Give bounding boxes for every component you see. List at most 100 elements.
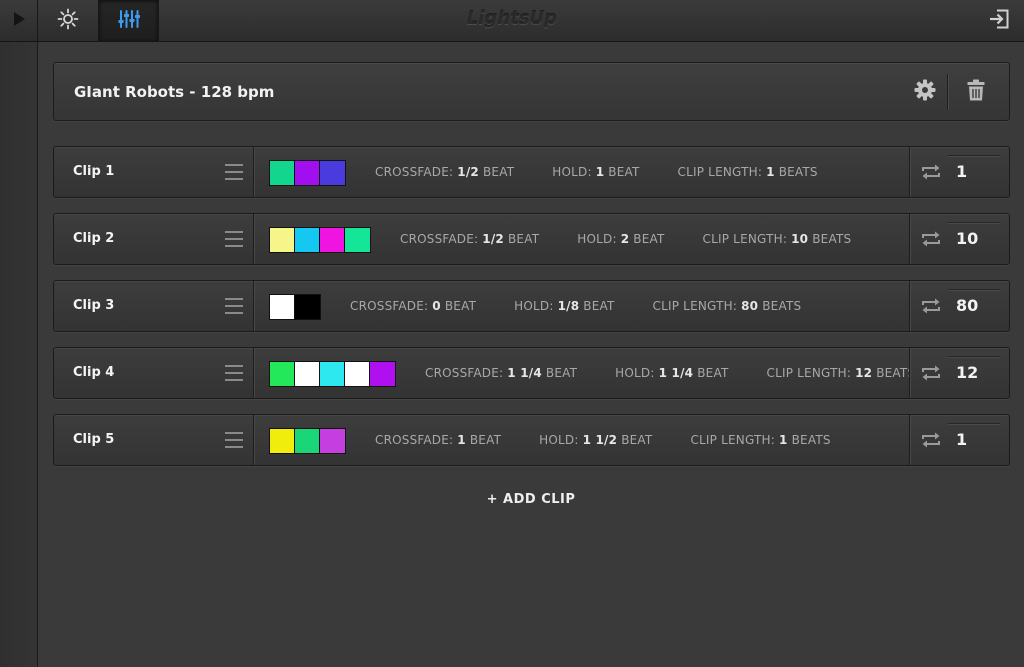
repeat-divider xyxy=(948,289,1000,290)
clip-name: Clip 1 xyxy=(73,164,115,179)
repeat-count[interactable]: 10 xyxy=(956,229,978,248)
header-divider xyxy=(947,74,948,110)
drag-handle-icon[interactable] xyxy=(225,365,243,383)
clip-length-unit: BEATS xyxy=(778,165,818,179)
clip-row[interactable]: Clip 2 CROSSFADE: 1/2 BEAT HOLD: 2 BEAT … xyxy=(53,213,1010,265)
color-swatch xyxy=(295,228,320,252)
crossfade-value: 1 1/4 xyxy=(507,366,542,380)
color-swatch xyxy=(295,362,320,386)
color-swatch xyxy=(270,295,295,319)
clip-info: CROSSFADE: 1/2 BEAT HOLD: 2 BEAT CLIP LE… xyxy=(400,232,851,246)
clip-row[interactable]: Clip 5 CROSSFADE: 1 BEAT HOLD: 1 1/2 BEA… xyxy=(53,414,1010,466)
clip-length-unit: BEATS xyxy=(876,366,909,380)
trash-icon xyxy=(967,79,985,105)
hold-value: 1/8 xyxy=(557,299,580,313)
clip-name: Clip 5 xyxy=(73,432,115,447)
color-swatch xyxy=(295,161,320,185)
repeat-divider xyxy=(948,423,1000,424)
clip-name: Clip 2 xyxy=(73,231,115,246)
clip-length-label: CLIP LENGTH: xyxy=(766,366,852,380)
color-swatch xyxy=(270,429,295,453)
crossfade-value: 0 xyxy=(432,299,441,313)
clip-details: CROSSFADE: 1/2 BEAT HOLD: 2 BEAT CLIP LE… xyxy=(254,214,909,264)
clip-info: CROSSFADE: 1 BEAT HOLD: 1 1/2 BEAT CLIP … xyxy=(375,433,831,447)
repeat-icon xyxy=(920,163,942,185)
color-swatch xyxy=(320,429,345,453)
scene-settings-button[interactable] xyxy=(906,77,944,107)
color-swatch xyxy=(270,161,295,185)
exit-button[interactable] xyxy=(938,0,1024,41)
scene-title[interactable]: GIant Robots - 128 bpm xyxy=(74,83,274,101)
hold-label: HOLD: xyxy=(514,299,554,313)
hold-unit: BEAT xyxy=(633,232,665,246)
mixer-button[interactable] xyxy=(99,0,159,41)
hold-label: HOLD: xyxy=(615,366,655,380)
delete-scene-button[interactable] xyxy=(957,77,995,107)
play-icon xyxy=(12,11,26,31)
brightness-icon xyxy=(57,8,79,34)
repeat-control[interactable]: 10 xyxy=(910,214,1009,264)
hold-value: 2 xyxy=(620,232,630,246)
drag-handle-icon[interactable] xyxy=(225,298,243,316)
clip-info: CROSSFADE: 1/2 BEAT HOLD: 1 BEAT CLIP LE… xyxy=(375,165,818,179)
drag-handle-icon[interactable] xyxy=(225,432,243,450)
color-swatch xyxy=(295,295,320,319)
clip-details: CROSSFADE: 1 1/4 BEAT HOLD: 1 1/4 BEAT C… xyxy=(254,348,909,398)
brightness-button[interactable] xyxy=(38,0,99,41)
clip-length-value: 12 xyxy=(855,366,873,380)
clip-length-value: 80 xyxy=(741,299,759,313)
exit-icon xyxy=(989,9,1009,33)
repeat-count[interactable]: 1 xyxy=(956,162,967,181)
repeat-icon xyxy=(920,297,942,319)
repeat-count[interactable]: 1 xyxy=(956,430,967,449)
color-swatch xyxy=(345,228,370,252)
hold-value: 1 1/4 xyxy=(658,366,694,380)
repeat-control[interactable]: 12 xyxy=(910,348,1009,398)
main-content: GIant Robots - 128 bpm Clip 1 CROSSFADE:… xyxy=(38,42,1024,667)
play-button[interactable] xyxy=(0,0,38,41)
clip-row[interactable]: Clip 1 CROSSFADE: 1/2 BEAT HOLD: 1 BEAT … xyxy=(53,146,1010,198)
color-swatch xyxy=(320,228,345,252)
hold-label: HOLD: xyxy=(577,232,617,246)
hold-label: HOLD: xyxy=(539,433,579,447)
hold-unit: BEAT xyxy=(621,433,653,447)
crossfade-value: 1 xyxy=(457,433,466,447)
crossfade-label: CROSSFADE: xyxy=(350,299,429,313)
repeat-control[interactable]: 1 xyxy=(910,415,1009,465)
repeat-control[interactable]: 1 xyxy=(910,147,1009,197)
clip-length-unit: BEATS xyxy=(812,232,852,246)
crossfade-value: 1/2 xyxy=(482,232,504,246)
drag-handle-icon[interactable] xyxy=(225,164,243,182)
repeat-count[interactable]: 80 xyxy=(956,296,978,315)
clip-name: Clip 4 xyxy=(73,365,115,380)
crossfade-unit: BEAT xyxy=(483,165,515,179)
clip-row[interactable]: Clip 4 CROSSFADE: 1 1/4 BEAT HOLD: 1 1/4… xyxy=(53,347,1010,399)
clip-length-label: CLIP LENGTH: xyxy=(690,433,776,447)
sidebar xyxy=(0,42,38,667)
repeat-divider xyxy=(948,155,1000,156)
crossfade-unit: BEAT xyxy=(545,366,578,380)
top-toolbar: LightsUp xyxy=(0,0,1024,42)
drag-handle-icon[interactable] xyxy=(225,231,243,249)
repeat-count[interactable]: 12 xyxy=(956,363,978,382)
crossfade-label: CROSSFADE: xyxy=(400,232,479,246)
gear-icon xyxy=(914,79,936,105)
crossfade-label: CROSSFADE: xyxy=(375,165,454,179)
clip-row[interactable]: Clip 3 CROSSFADE: 0 BEAT HOLD: 1/8 BEAT … xyxy=(53,280,1010,332)
scene-header: GIant Robots - 128 bpm xyxy=(53,62,1010,121)
color-swatch xyxy=(320,161,345,185)
clip-length-value: 1 xyxy=(766,165,775,179)
clip-details: CROSSFADE: 0 BEAT HOLD: 1/8 BEAT CLIP LE… xyxy=(254,281,909,331)
color-swatches xyxy=(269,361,396,387)
color-swatches xyxy=(269,428,346,454)
clip-length-label: CLIP LENGTH: xyxy=(652,299,738,313)
color-swatch xyxy=(270,228,295,252)
clip-length-value: 10 xyxy=(791,232,809,246)
hold-unit: BEAT xyxy=(608,165,640,179)
app-root: LightsUp GIant Robots - 128 bpm Clip 1 C… xyxy=(0,0,1024,667)
repeat-control[interactable]: 80 xyxy=(910,281,1009,331)
crossfade-unit: BEAT xyxy=(469,433,502,447)
add-clip-button[interactable]: + ADD CLIP xyxy=(38,492,1024,507)
crossfade-label: CROSSFADE: xyxy=(425,366,504,380)
hold-value: 1 1/2 xyxy=(582,433,618,447)
